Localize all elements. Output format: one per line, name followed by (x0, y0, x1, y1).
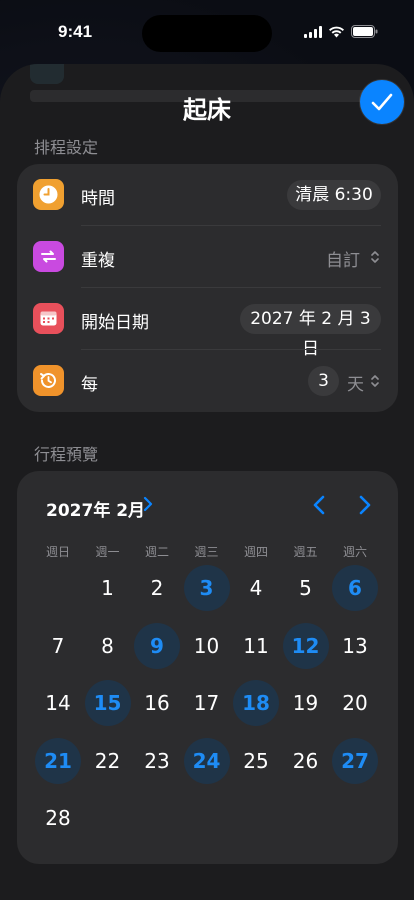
calendar-day[interactable]: 14 (35, 680, 81, 726)
time-value-button[interactable]: 清晨 6:30 (287, 180, 381, 210)
weekday-label: 週三 (194, 545, 219, 559)
schedule-settings-card: 時間 清晨 6:30 重複 自訂 開始日期 2027 年 2 月 3 日 每 3… (17, 164, 398, 412)
calendar-day[interactable]: 26 (283, 738, 329, 784)
interval-label: 每 (81, 375, 98, 395)
calendar-day[interactable]: 5 (283, 565, 329, 611)
weekday-label: 週一 (95, 545, 120, 559)
chevron-right-icon[interactable] (142, 496, 154, 512)
calendar-day-scheduled[interactable]: 15 (84, 680, 131, 726)
history-icon (33, 365, 64, 396)
edit-sheet: 起床 排程設定 時間 清晨 6:30 重複 自訂 開始日期 2027 年 2 月… (0, 64, 414, 900)
status-bar: 9:41 (0, 0, 414, 62)
calendar-day[interactable]: 22 (85, 738, 131, 784)
calendar-day[interactable]: 25 (233, 738, 279, 784)
status-time: 9:41 (58, 22, 93, 41)
calendar-day-scheduled[interactable]: 6 (332, 565, 378, 611)
calendar-day-scheduled[interactable]: 21 (35, 737, 81, 784)
repeat-label: 重複 (81, 251, 115, 271)
next-month-button[interactable] (353, 493, 377, 517)
weekday-label: 週六 (342, 545, 367, 559)
chevron-up-down-icon (371, 251, 379, 263)
previous-month-button[interactable] (307, 493, 331, 517)
calendar-month-title[interactable]: 2027年 2月 (46, 496, 145, 521)
repeat-row[interactable]: 重複 自訂 (17, 226, 398, 288)
calendar-day[interactable]: 10 (184, 623, 230, 669)
calendar-day[interactable]: 13 (332, 623, 378, 669)
calendar-day-scheduled[interactable]: 9 (134, 622, 180, 669)
time-label: 時間 (81, 189, 115, 209)
calendar-day-scheduled[interactable]: 18 (233, 680, 279, 726)
calendar-preview-card: 2027年 2月 週日 週一 週二 週三 週四 週五 週六 1 2 3 4 5 6 7 8 9 10 11 12 1… (17, 471, 398, 864)
repeat-icon (33, 241, 64, 272)
calendar-day[interactable]: 1 (85, 565, 131, 611)
calendar-icon (33, 303, 64, 334)
weekday-label: 週四 (243, 545, 268, 559)
battery-icon (351, 25, 378, 38)
calendar-day[interactable]: 11 (233, 623, 279, 669)
status-icons (304, 25, 378, 38)
calendar-day-scheduled[interactable]: 24 (183, 737, 230, 784)
calendar-day[interactable]: 4 (233, 565, 279, 611)
chevron-left-icon (313, 495, 325, 515)
interval-count-field[interactable]: 3 (308, 366, 339, 396)
preview-section-header: 行程預覽 (34, 445, 99, 464)
calendar-day-scheduled[interactable]: 27 (332, 737, 378, 784)
chevron-up-down-icon (371, 375, 379, 387)
calendar-day-scheduled[interactable]: 12 (282, 622, 329, 669)
calendar-day[interactable]: 20 (332, 680, 378, 726)
wifi-icon (329, 26, 344, 37)
calendar-day[interactable]: 8 (85, 623, 131, 669)
calendar-day[interactable]: 17 (184, 680, 230, 726)
repeat-value[interactable]: 自訂 (326, 246, 360, 271)
weekday-label: 週五 (293, 545, 318, 559)
calendar-day[interactable]: 16 (134, 680, 180, 726)
clock-icon (33, 179, 64, 210)
start-date-label: 開始日期 (81, 313, 149, 333)
calendar-day[interactable]: 28 (35, 795, 81, 841)
calendar-day[interactable]: 7 (35, 623, 81, 669)
calendar-day[interactable]: 23 (134, 738, 180, 784)
schedule-section-header: 排程設定 (34, 138, 99, 157)
weekday-label: 週二 (144, 545, 169, 559)
confirm-button[interactable] (360, 80, 404, 124)
checkmark-icon (371, 93, 393, 111)
weekday-label: 週日 (45, 545, 70, 559)
sheet-title: 起床 (183, 96, 231, 124)
start-date-row[interactable]: 開始日期 2027 年 2 月 3 日 (17, 288, 398, 359)
dynamic-island (142, 15, 272, 52)
time-row[interactable]: 時間 清晨 6:30 (17, 164, 398, 226)
interval-row[interactable]: 每 3 天 (17, 350, 398, 412)
calendar-day[interactable]: 2 (134, 565, 180, 611)
chevron-right-icon (359, 495, 371, 515)
interval-unit-picker[interactable]: 天 (347, 370, 364, 395)
start-date-value-button[interactable]: 2027 年 2 月 3 日 (240, 304, 381, 359)
cellular-signal-icon (304, 25, 322, 38)
calendar-day-scheduled[interactable]: 3 (183, 565, 230, 611)
calendar-day[interactable]: 19 (283, 680, 329, 726)
